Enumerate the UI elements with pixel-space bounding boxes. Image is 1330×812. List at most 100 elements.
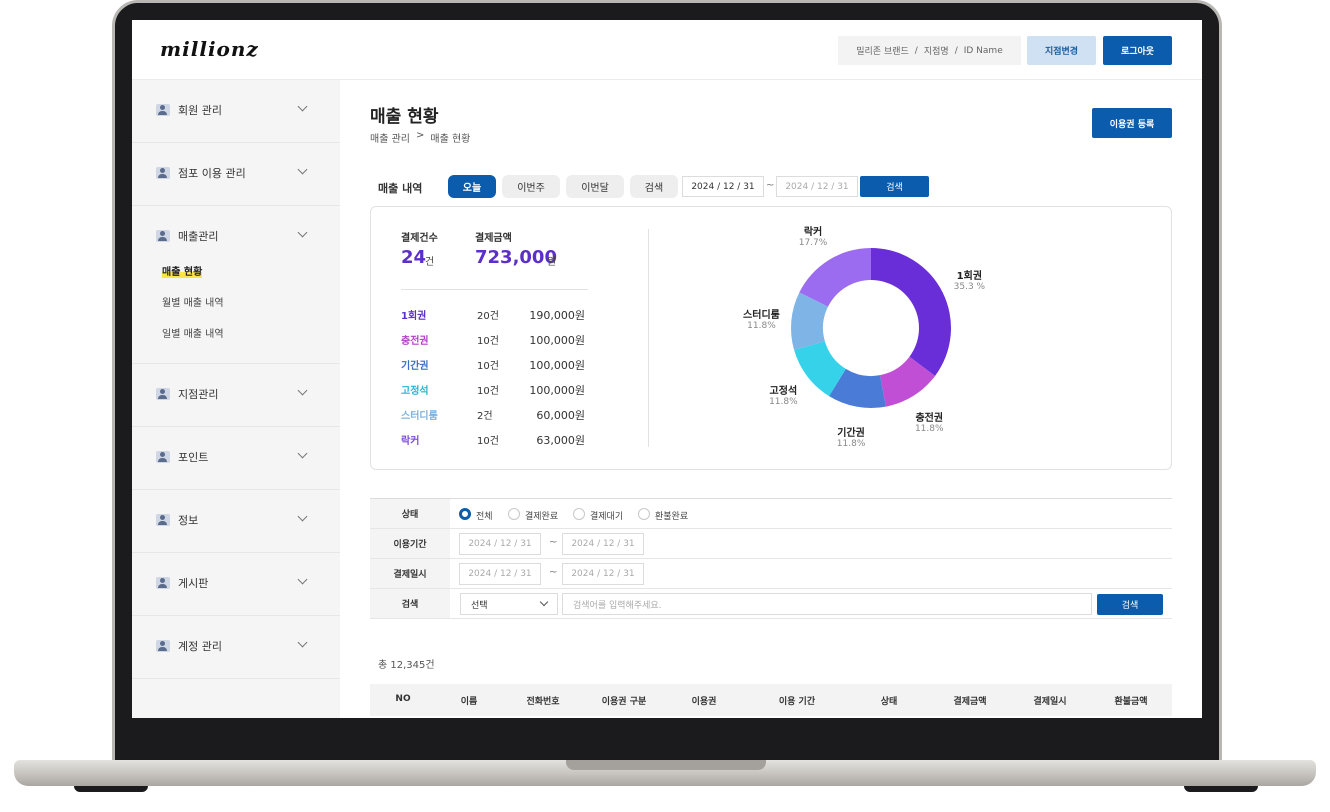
tab-this-month[interactable]: 이번달 [566,175,624,198]
table-column-header[interactable]: 이용 기간 [779,694,815,707]
sidebar-menu-label: 게시판 [178,577,209,590]
filter-row-period: 이용기간 2024 / 12 / 31 ~ 2024 / 12 / 31 [370,529,1172,559]
sidebar-subitem-sales-status[interactable]: 매출 현황 [162,263,203,278]
info-separator: / [954,45,958,56]
sidebar-menu-points[interactable]: 포인트 [132,427,340,490]
chevron-down-icon [539,597,549,607]
sidebar-menu-label: 계정 관리 [178,640,222,653]
donut-slice-percent: 11.8% [914,424,944,435]
user-icon [156,451,170,463]
period-from-input[interactable]: 2024 / 12 / 31 [459,533,541,555]
radio-label: 전체 [476,512,493,522]
sidebar-menu-members[interactable]: 회원 관리 [132,80,340,143]
chevron-down-icon[interactable] [297,101,308,112]
table-column-header[interactable]: 결제일시 [1033,694,1066,707]
user-icon [156,167,170,179]
chevron-down-icon[interactable] [297,448,308,459]
ticket-type-amount: 100,000원 [529,359,585,372]
ticket-type-amount: 100,000원 [529,334,585,347]
search-input[interactable]: 검색어를 입력해주세요. [562,593,1092,615]
sidebar-menu-sales[interactable]: 매출관리 매출 현황 월별 매출 내역 일별 매출 내역 [132,206,340,364]
date-from-input[interactable]: 2024 / 12 / 31 [682,176,764,197]
table-column-header[interactable]: 이용권 구분 [602,694,647,707]
radio-refunded[interactable] [638,508,650,520]
payment-amount-unit: 원 [547,257,557,268]
donut-slice-percent: 17.7% [798,237,828,248]
user-icon [156,640,170,652]
main-content: 매출 현황 매출 관리 > 매출 현황 이용권 등록 매출 내역 오늘 이번주 … [340,80,1202,718]
ticket-type-name: 충전권 [401,336,429,347]
donut-slice-percent: 11.8% [747,321,776,331]
radio-label: 환불완료 [655,512,689,522]
ticket-type-count: 10건 [477,361,499,372]
brand-logo[interactable]: millionz [160,37,259,61]
table-column-header[interactable]: 전화번호 [526,694,559,707]
filter-row-search: 검색 선택 검색어를 입력해주세요. 검색 [370,589,1172,619]
radio-all[interactable] [459,508,471,520]
chevron-down-icon[interactable] [297,164,308,175]
sidebar-subitem-daily-sales[interactable]: 일별 매출 내역 [162,325,224,340]
ticket-type-name: 1회권 [401,311,427,322]
breadcrumb-item[interactable]: 매출 관리 [370,130,410,145]
select-value: 선택 [471,600,488,611]
change-branch-button[interactable]: 지점변경 [1027,36,1096,65]
ticket-type-count: 10건 [477,436,499,447]
sales-history-label: 매출 내역 [378,182,423,195]
logout-button[interactable]: 로그아웃 [1103,36,1172,65]
sidebar-menu-account[interactable]: 계정 관리 [132,616,340,679]
chevron-down-icon[interactable] [297,227,308,238]
chevron-down-icon[interactable] [297,574,308,585]
period-to-input[interactable]: 2024 / 12 / 31 [562,533,644,555]
tab-search[interactable]: 검색 [630,175,678,198]
sidebar-menu-info[interactable]: 정보 [132,490,340,553]
ticket-type-count: 10건 [477,386,499,397]
register-ticket-button[interactable]: 이용권 등록 [1092,108,1172,138]
top-header: millionz 밀리존 브랜드 / 지점명 / ID Name 지점변경 로그… [132,20,1202,80]
sidebar-menu-branch[interactable]: 지점관리 [132,364,340,427]
user-icon [156,388,170,400]
donut-slice-label: 스터디룸 [743,310,780,321]
breadcrumb: 매출 관리 > 매출 현황 [370,130,470,145]
radio-paid[interactable] [508,508,520,520]
filter-search-button[interactable]: 검색 [1097,594,1163,615]
table-column-header[interactable]: 결제금액 [953,694,986,707]
chevron-down-icon[interactable] [297,511,308,522]
table-column-header[interactable]: 이름 [461,694,478,707]
paydate-to-input[interactable]: 2024 / 12 / 31 [562,563,644,585]
sidebar-subitem-monthly-sales[interactable]: 월별 매출 내역 [162,294,224,309]
donut-slice-label: 1회권 [956,270,983,282]
payment-count-value: 24 [401,247,427,268]
payment-amount-label: 결제금액 [475,233,512,244]
paydate-from-input[interactable]: 2024 / 12 / 31 [459,563,541,585]
tab-today[interactable]: 오늘 [448,175,496,198]
table-column-header[interactable]: 상태 [881,694,898,707]
payment-count-label: 결제건수 [401,233,438,244]
info-separator: / [914,45,918,56]
sales-search-button[interactable]: 검색 [860,176,929,197]
donut-slice-percent: 35.3 % [953,281,986,292]
search-type-select[interactable]: 선택 [460,593,558,615]
filter-label: 검색 [370,589,450,618]
table-column-header[interactable]: 환불금액 [1114,694,1147,707]
radio-pending[interactable] [573,508,585,520]
chevron-down-icon[interactable] [297,385,308,396]
chevron-down-icon[interactable] [297,637,308,648]
divider [401,289,588,290]
sidebar-menu-store-usage[interactable]: 점포 이용 관리 [132,143,340,206]
sidebar-menu-board[interactable]: 게시판 [132,553,340,616]
sidebar-menu-label: 회원 관리 [178,104,222,117]
total-count: 총 12,345건 [378,660,435,671]
table-column-header[interactable]: 이용권 [692,694,717,707]
ticket-type-count: 2건 [477,411,493,422]
tab-this-week[interactable]: 이번주 [502,175,560,198]
table-column-header[interactable]: NO [395,694,410,704]
user-icon [156,104,170,116]
donut-slice-label: 기간권 [837,428,865,440]
branch-name: 지점명 [923,47,949,57]
ticket-type-amount: 63,000원 [536,434,585,447]
ticket-type-amount: 100,000원 [529,384,585,397]
ticket-type-count: 10건 [477,336,499,347]
sidebar-menu-label: 지점관리 [178,388,219,401]
date-to-input[interactable]: 2024 / 12 / 31 [776,176,858,197]
laptop-frame: millionz 밀리존 브랜드 / 지점명 / ID Name 지점변경 로그… [0,0,1330,812]
